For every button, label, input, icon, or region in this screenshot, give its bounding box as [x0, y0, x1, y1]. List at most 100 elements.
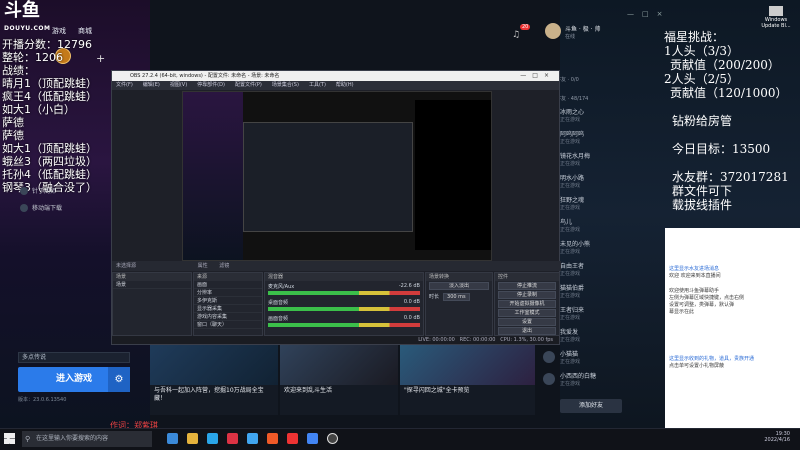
list-item[interactable]: 冰雨之心 正在游戏 — [543, 104, 663, 126]
menu-help[interactable]: 帮助(H) — [336, 81, 354, 90]
avatar — [543, 373, 555, 385]
chat-message: 欢迎 欢迎来到本直播间 — [669, 273, 721, 279]
app-icon[interactable] — [227, 433, 238, 444]
menu-tools[interactable]: 工具(T) — [309, 81, 326, 90]
douyu-logo[interactable]: 斗鱼 DOUYU.COM — [4, 2, 50, 33]
overlay-line: 如大1（小白） — [2, 103, 75, 116]
controls-panel: 控件 停止推流 停止录制 开始虚拟摄像机 工作室模式 设置 退出 — [494, 272, 560, 336]
menu-view[interactable]: 视图(V) — [170, 81, 187, 90]
edge-icon[interactable] — [207, 433, 218, 444]
chat-message: 这里显示收到的礼物，道具，贵族开通 — [669, 356, 755, 362]
screen-root: 斗鱼 DOUYU.COM 游戏 商城 + ♫ 20 斗鱼 · 极 · 帅 在线 —… — [0, 0, 800, 450]
chat-panel: 这里显示水友进场消息 欢迎 欢迎来到本直播间 欢迎使用斗鱼弹幕助手 左侧为弹幕区… — [665, 228, 800, 428]
list-item[interactable]: 明水小路 正在游戏 — [543, 170, 663, 192]
transition-select[interactable]: 淡入淡出 — [429, 282, 489, 290]
overlay-line: 如大1（顶配跳蛙） — [2, 142, 97, 155]
chat-message: 左侧为弹幕区域快捷键，点击右侧 — [669, 295, 745, 301]
taskbar-search[interactable]: ⚲ 在这里输入你要搜索的内容 — [22, 431, 152, 447]
sources-panel: 来源 画面 分辨率 多伊克斯 显示器采集 游戏内容采集 窗口（聊天） — [193, 272, 263, 336]
chat-message: 幕显示在此 — [669, 309, 695, 315]
list-item[interactable]: 我爱发 正在游戏 — [543, 324, 663, 346]
add-friend-button[interactable]: 添加好友 — [560, 399, 622, 413]
volume-meter[interactable] — [268, 307, 420, 311]
news-card[interactable]: "探寻闪回之城"全卡预览 — [400, 345, 535, 415]
overlay-line: 萨德 — [2, 116, 24, 129]
menu-scene-collection[interactable]: 场景集合(S) — [272, 81, 299, 90]
sidebar-item-bookmark[interactable]: 针丁阁师 — [20, 186, 62, 195]
overlay-line: 战绩： — [2, 64, 35, 77]
obs-icon[interactable] — [327, 433, 338, 444]
nav-games[interactable]: 游戏 — [52, 26, 66, 36]
nav-shop[interactable]: 商城 — [78, 26, 92, 36]
chat-message: 设置可调整，类弹幕，默认弹 — [669, 302, 735, 308]
douyu-app-icon[interactable] — [267, 433, 278, 444]
mixer-channel: 桌面音频 0.0 dB — [265, 297, 423, 313]
obs-title-bar: OBS 27.2.4 (64-bit, windows) - 配置文件: 未命名… — [112, 71, 559, 81]
clock[interactable]: 19:30 2022/4/16 — [740, 431, 790, 443]
volume-meter[interactable] — [268, 291, 420, 295]
avatar[interactable] — [545, 23, 561, 39]
overlay-line: 今日目标：13500 — [672, 142, 771, 156]
overlay-line: 水友群：372017281 — [672, 170, 789, 184]
overlay-line: 托孙4（低配跳蛙） — [2, 168, 97, 181]
menu-edit[interactable]: 编辑(E) — [143, 81, 160, 90]
news-card[interactable]: 与吾科一起加入阵营，挖掘10万战局全宝藏！ — [150, 345, 278, 415]
duration-input[interactable]: 300 ms — [443, 293, 470, 301]
folder-icon[interactable] — [187, 433, 198, 444]
news-image — [400, 345, 535, 385]
cpu-status: CPU: 1.3%, 30.00 fps — [500, 337, 553, 343]
list-item[interactable]: 鸟儿 正在游戏 — [543, 214, 663, 236]
filters-button[interactable]: 滤镜 — [219, 263, 229, 269]
news-image — [280, 345, 398, 385]
list-item[interactable]: 小西西的白糖 正在游戏 — [543, 368, 663, 390]
properties-button[interactable]: 属性 — [198, 263, 208, 269]
list-item[interactable]: 王者归来 正在游戏 — [543, 302, 663, 324]
virtual-camera-button[interactable]: 开始虚拟摄像机 — [498, 300, 556, 308]
window-controls[interactable]: —□× — [520, 71, 555, 81]
scene-item[interactable]: 场景 — [113, 281, 191, 289]
mixer-panel: 混音器 麦克风/Aux -22.6 dB 桌面音频 0.0 dB 画面音频 0.0 d… — [264, 272, 424, 336]
list-item[interactable]: 狂野之魂 正在游戏 — [543, 192, 663, 214]
menu-file[interactable]: 文件(F) — [116, 81, 133, 90]
overlay-line: 钻粉给房管 — [672, 114, 733, 128]
source-toolbar: 未选择源 属性 滤镜 — [112, 261, 561, 271]
studio-mode-button[interactable]: 工作室模式 — [498, 309, 556, 317]
task-view-icon[interactable] — [167, 433, 178, 444]
obs-preview[interactable] — [182, 91, 492, 261]
list-item[interactable]: 阿呜阿呜 正在游戏 — [543, 126, 663, 148]
desktop-shortcut[interactable]: Windows Update Bl... — [760, 6, 792, 29]
list-item[interactable]: 自由王者 正在游戏 — [543, 258, 663, 280]
mixer-channel: 麦克风/Aux -22.6 dB — [265, 281, 423, 297]
volume-meter[interactable] — [268, 323, 420, 327]
settings-button[interactable]: 设置 — [498, 318, 556, 326]
file-icon — [769, 6, 783, 16]
source-item[interactable]: 窗口（聊天） — [194, 321, 262, 329]
netease-icon[interactable] — [287, 433, 298, 444]
window-controls[interactable]: —□× — [627, 10, 670, 18]
list-item[interactable]: 镜花水月梅 正在游戏 — [543, 148, 663, 170]
user-status: 在线 — [565, 34, 576, 40]
list-item[interactable]: 小猫猫 正在游戏 — [543, 346, 663, 368]
news-card[interactable]: 欢迎来到乱斗生活 — [280, 345, 398, 415]
notification-badge: 20 — [520, 24, 531, 30]
menu-profile[interactable]: 配置文件(P) — [235, 81, 262, 90]
game-select[interactable]: 多点传说 — [18, 352, 130, 363]
sidebar: 针丁阁师 移动端下载 — [20, 186, 62, 212]
enter-game-button[interactable]: 进入游戏 ⚙ — [18, 367, 130, 392]
stop-stream-button[interactable]: 停止推流 — [498, 282, 556, 290]
menu-docks[interactable]: 停靠部件(D) — [197, 81, 225, 90]
add-tab-icon[interactable]: + — [96, 52, 105, 65]
version-label: 版本：23.0.6.13540 — [18, 397, 67, 403]
sidebar-item-mobile[interactable]: 移动端下载 — [20, 203, 62, 212]
gear-icon[interactable]: ⚙ — [108, 367, 130, 392]
obs-window[interactable]: OBS 27.2.4 (64-bit, windows) - 配置文件: 未命名… — [111, 70, 561, 345]
chrome-icon[interactable] — [307, 433, 318, 444]
bell-icon[interactable]: ♫ — [512, 30, 524, 42]
exit-button[interactable]: 退出 — [498, 327, 556, 335]
list-item[interactable]: 未见的小熊 正在游戏 — [543, 236, 663, 258]
list-item[interactable]: 猫猫伯爵 正在游戏 — [543, 280, 663, 302]
overlay-line: 萨德 — [2, 129, 24, 142]
store-icon[interactable] — [247, 433, 258, 444]
obs-menu-bar: 文件(F) 编辑(E) 视图(V) 停靠部件(D) 配置文件(P) 场景集合(S… — [112, 81, 559, 90]
stop-record-button[interactable]: 停止录制 — [498, 291, 556, 299]
